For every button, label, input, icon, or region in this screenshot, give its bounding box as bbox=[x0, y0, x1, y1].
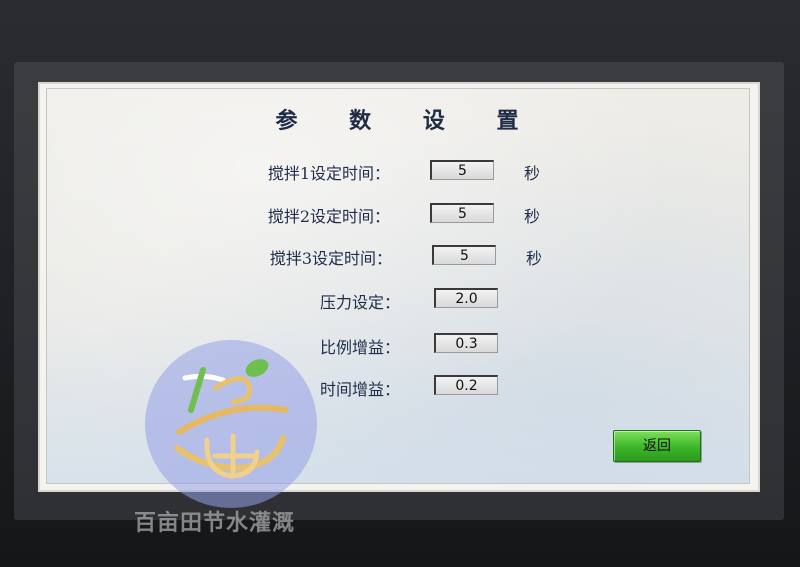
stir2-time-label: 搅拌2设定时间： bbox=[267, 207, 390, 226]
time-gain-input[interactable]: 0.2 bbox=[434, 375, 498, 395]
watermark-logo bbox=[145, 340, 317, 508]
stir3-time-unit: 秒 bbox=[526, 249, 543, 268]
watermark-logo-graphic bbox=[174, 359, 288, 479]
stir1-time-input[interactable]: 5 bbox=[430, 160, 494, 180]
proportional-gain-label: 比例增益： bbox=[319, 338, 400, 357]
pressure-setting-label: 压力设定： bbox=[319, 293, 400, 312]
time-gain-label: 时间增益： bbox=[319, 380, 400, 399]
pressure-setting-input[interactable]: 2.0 bbox=[434, 288, 498, 308]
stir2-time-unit: 秒 bbox=[524, 207, 541, 226]
stir3-time-label: 搅拌3设定时间： bbox=[269, 249, 392, 268]
stir2-time-input[interactable]: 5 bbox=[430, 203, 494, 223]
stir3-time-input[interactable]: 5 bbox=[432, 245, 496, 265]
stir1-time-unit: 秒 bbox=[524, 164, 541, 183]
watermark-text: 百亩田节水灌溉 bbox=[134, 510, 296, 536]
page-title: 参 数 设 置 bbox=[275, 108, 541, 134]
proportional-gain-input[interactable]: 0.3 bbox=[434, 333, 498, 353]
stir1-time-label: 搅拌1设定时间： bbox=[267, 164, 390, 183]
back-button[interactable]: 返回 bbox=[613, 430, 701, 462]
